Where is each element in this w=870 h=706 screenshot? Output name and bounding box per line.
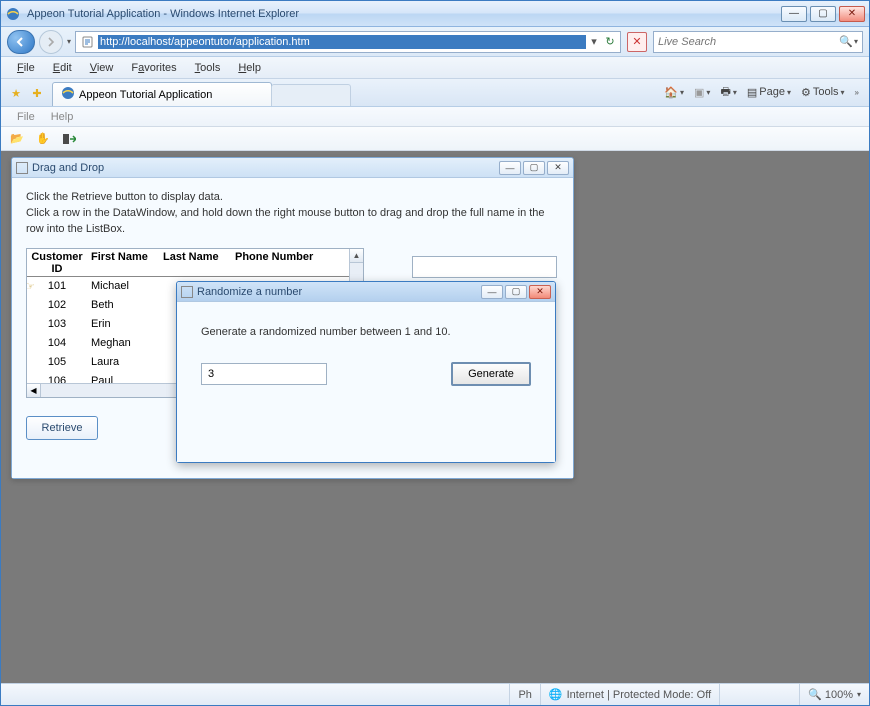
retrieve-button[interactable]: Retrieve <box>26 416 98 440</box>
window-icon <box>16 162 28 174</box>
gear-icon: ⚙ <box>801 86 811 99</box>
col-last-name: Last Name <box>159 249 231 276</box>
open-folder-icon[interactable]: 📂 <box>9 131 25 147</box>
scroll-up-icon[interactable]: ▲ <box>350 249 363 263</box>
zoom-value: 100% <box>825 689 853 701</box>
search-input[interactable] <box>658 36 838 48</box>
menu-edit[interactable]: Edit <box>45 60 80 76</box>
status-ph: Ph <box>509 684 539 705</box>
print-icon: 🖶 <box>720 83 730 102</box>
app-menu-help[interactable]: Help <box>43 109 82 125</box>
tab-label: Appeon Tutorial Application <box>79 89 212 101</box>
status-spacer <box>1 684 509 705</box>
content-area: Drag and Drop — ▢ ✕ Click the Retrieve b… <box>1 151 869 683</box>
refresh-icon[interactable]: ↻ <box>602 34 618 50</box>
zoom-control[interactable]: 🔍 100% ▾ <box>799 684 869 705</box>
dragdrop-close-button[interactable]: ✕ <box>547 161 569 175</box>
status-bar: Ph 🌐 Internet | Protected Mode: Off 🔍 10… <box>1 683 869 705</box>
randomize-close-button[interactable]: ✕ <box>529 285 551 299</box>
scroll-left-icon[interactable]: ◀ <box>27 384 41 397</box>
nav-back-button[interactable] <box>7 30 35 54</box>
ie-logo-icon <box>5 6 21 22</box>
page-menu-button[interactable]: ▤Page▾ <box>743 81 795 103</box>
ie-titlebar: Appeon Tutorial Application - Windows In… <box>1 1 869 27</box>
rss-icon: ▣ <box>694 86 704 99</box>
window-minimize-button[interactable]: — <box>781 6 807 22</box>
col-customer-id: CustomerID <box>27 249 87 276</box>
dragdrop-title: Drag and Drop <box>32 162 499 174</box>
app-toolbar: 📂 ✋ <box>1 127 869 151</box>
randomize-window: Randomize a number — ▢ ✕ Generate a rand… <box>176 281 556 463</box>
status-zone: 🌐 Internet | Protected Mode: Off <box>540 684 719 705</box>
dragdrop-titlebar[interactable]: Drag and Drop — ▢ ✕ <box>12 158 573 178</box>
randomize-maximize-button[interactable]: ▢ <box>505 285 527 299</box>
page-icon <box>80 34 96 50</box>
window-title: Appeon Tutorial Application - Windows In… <box>25 8 781 20</box>
window-icon <box>181 286 193 298</box>
home-button[interactable]: 🏠▾ <box>660 81 688 103</box>
exit-icon[interactable] <box>61 131 77 147</box>
search-dropdown[interactable]: ▾ <box>854 37 858 46</box>
nav-row: ▾ ▾ ↻ ✕ 🔍 ▾ <box>1 27 869 57</box>
address-dropdown[interactable]: ▾ <box>586 34 602 50</box>
search-bar[interactable]: 🔍 ▾ <box>653 31 863 53</box>
print-button[interactable]: 🖶▾ <box>716 81 740 103</box>
menu-tools[interactable]: Tools <box>187 60 229 76</box>
search-icon[interactable]: 🔍 <box>838 35 854 48</box>
tools-menu-button[interactable]: ⚙Tools▾ <box>797 81 849 103</box>
window-maximize-button[interactable]: ▢ <box>810 6 836 22</box>
nav-forward-button[interactable] <box>39 30 63 54</box>
status-blank <box>719 684 799 705</box>
menu-help[interactable]: Help <box>230 60 269 76</box>
feeds-button[interactable]: ▣▾ <box>690 81 714 103</box>
stop-button[interactable]: ✕ <box>627 32 647 52</box>
instructions: Click the Retrieve button to display dat… <box>26 190 559 238</box>
ie-menubar: File Edit View Favorites Tools Help <box>1 57 869 79</box>
randomize-title: Randomize a number <box>197 286 481 298</box>
dragdrop-minimize-button[interactable]: — <box>499 161 521 175</box>
internet-globe-icon: 🌐 <box>549 688 563 701</box>
favorites-star-icon[interactable]: ★ <box>7 84 25 102</box>
zoom-icon: 🔍 <box>808 688 822 701</box>
pointer-hand-icon: ☞ <box>27 279 47 293</box>
ie-window: Appeon Tutorial Application - Windows In… <box>0 0 870 706</box>
home-icon: 🏠 <box>664 86 678 99</box>
app-menu-file[interactable]: File <box>9 109 43 125</box>
dragdrop-maximize-button[interactable]: ▢ <box>523 161 545 175</box>
nav-history-dropdown[interactable]: ▾ <box>67 37 71 46</box>
browser-tab[interactable]: Appeon Tutorial Application <box>52 82 272 106</box>
col-phone: Phone Number <box>231 249 327 276</box>
window-close-button[interactable]: ✕ <box>839 6 865 22</box>
col-first-name: First Name <box>87 249 159 276</box>
overflow-button[interactable]: » <box>851 81 863 103</box>
randomize-label: Generate a randomized number between 1 a… <box>197 326 535 338</box>
generate-button[interactable]: Generate <box>451 362 531 386</box>
datawindow-header: CustomerID First Name Last Name Phone Nu… <box>27 249 363 277</box>
menu-favorites[interactable]: Favorites <box>123 60 184 76</box>
address-bar[interactable]: ▾ ↻ <box>75 31 621 53</box>
app-menubar: File Help <box>1 107 869 127</box>
random-number-input[interactable] <box>201 363 327 385</box>
page-icon: ▤ <box>747 86 757 99</box>
hand-icon[interactable]: ✋ <box>35 131 51 147</box>
menu-file[interactable]: File <box>9 60 43 76</box>
randomize-titlebar[interactable]: Randomize a number — ▢ ✕ <box>177 282 555 302</box>
add-favorite-icon[interactable]: ✚ <box>28 84 46 102</box>
new-tab-button[interactable] <box>271 84 351 106</box>
tab-row: ★ ✚ Appeon Tutorial Application 🏠▾ ▣▾ 🖶▾… <box>1 79 869 107</box>
menu-view[interactable]: View <box>82 60 122 76</box>
tab-page-icon <box>61 86 75 103</box>
listbox[interactable] <box>412 256 557 278</box>
randomize-minimize-button[interactable]: — <box>481 285 503 299</box>
address-input[interactable] <box>98 35 586 49</box>
